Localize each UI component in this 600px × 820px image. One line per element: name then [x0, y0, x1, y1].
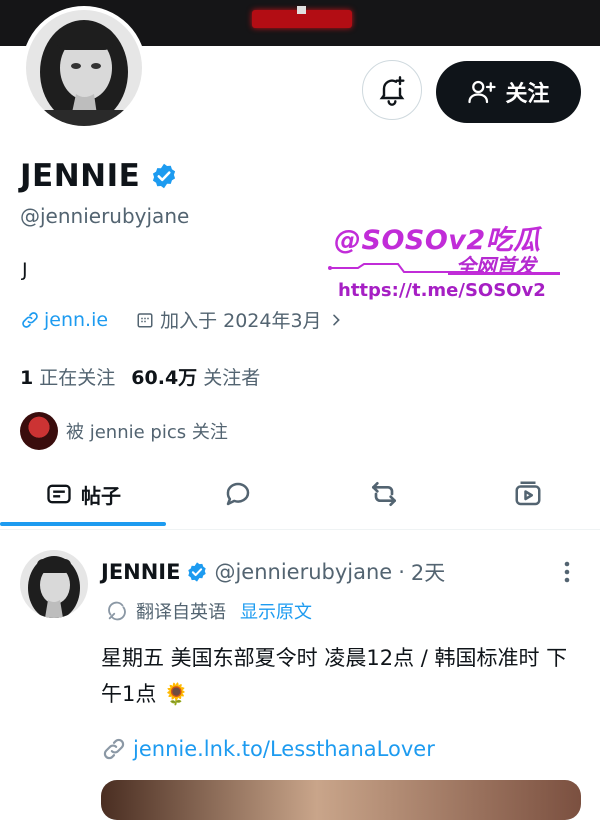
link-icon	[103, 738, 125, 760]
active-tab-indicator	[0, 522, 166, 526]
bell-plus-icon	[379, 76, 405, 106]
tabs-divider	[0, 529, 600, 530]
profile-name-row: JENNIE	[20, 158, 178, 194]
link-icon	[22, 311, 38, 328]
show-original-link[interactable]: 显示原文	[240, 598, 312, 624]
post-link-text: jennie.lnk.to/LessthanaLover	[133, 737, 435, 761]
profile-stats: 1 正在关注 60.4万 关注者	[20, 363, 260, 390]
watermark-url: https://t.me/SOSOv2	[338, 280, 546, 301]
calendar-icon	[137, 312, 153, 327]
profile-joined-text: 加入于 2024年3月	[160, 310, 322, 332]
post-text: 星期五 美国东部夏令时 凌晨12点 / 韩国标准时 下午1点 🌻	[101, 646, 568, 706]
profile-avatar[interactable]	[22, 6, 146, 130]
profile-website-text: jenn.ie	[44, 308, 109, 331]
profile-name: JENNIE	[20, 158, 141, 194]
banner-artwork	[252, 6, 352, 28]
following-count: 1	[20, 367, 34, 389]
posts-icon	[47, 484, 71, 504]
follow-button-label: 关注	[505, 82, 550, 107]
watermark-underline	[448, 272, 560, 275]
verified-badge-icon	[153, 163, 176, 189]
media-icon	[515, 481, 541, 506]
translate-icon	[108, 601, 126, 621]
more-options-icon[interactable]	[560, 560, 574, 586]
followed-by-text: 被 jennie pics 关注	[66, 422, 228, 443]
verified-badge-icon	[188, 562, 207, 582]
watermark-overlay: @SOSOv2吃瓜 全网首发 https://t.me/SOSOv2	[328, 218, 578, 308]
profile-tabs: 帖子	[0, 462, 600, 530]
followed-by-row[interactable]: 被 jennie pics 关注	[20, 412, 228, 450]
post-author-avatar[interactable]	[20, 550, 88, 618]
post-media-image[interactable]	[101, 780, 581, 820]
chevron-right-icon	[332, 314, 340, 325]
notification-bell-button[interactable]	[362, 60, 422, 120]
post-link[interactable]: jennie.lnk.to/LessthanaLover	[101, 736, 435, 762]
tab-posts[interactable]: 帖子	[0, 462, 166, 526]
post-time[interactable]: 2天	[411, 557, 445, 587]
post-header: JENNIE @jennierubyjane · 2天	[101, 557, 445, 587]
profile-handle: @jennierubyjane	[20, 204, 190, 228]
translated-from-label: 翻译自英语	[136, 602, 226, 623]
followers-label: 关注者	[203, 367, 261, 389]
post-author-name[interactable]: JENNIE	[101, 560, 180, 584]
tab-replies[interactable]	[190, 462, 286, 526]
follow-button[interactable]: 关注	[436, 61, 581, 123]
profile-website-link[interactable]: jenn.ie	[20, 309, 108, 331]
replies-icon	[226, 482, 250, 506]
following-stat[interactable]: 1 正在关注	[20, 363, 115, 390]
following-label: 正在关注	[39, 367, 116, 389]
tab-media[interactable]	[480, 462, 576, 526]
add-user-icon	[468, 80, 497, 104]
tab-posts-label: 帖子	[81, 483, 121, 508]
profile-joined[interactable]: 加入于 2024年3月	[136, 306, 343, 333]
translation-row: 翻译自英语 显示原文	[106, 598, 312, 624]
post-separator: ·	[398, 560, 405, 584]
tab-reposts[interactable]	[336, 462, 432, 526]
followers-stat[interactable]: 60.4万 关注者	[131, 363, 260, 390]
followers-count: 60.4万	[131, 367, 198, 389]
profile-bio: J	[22, 259, 28, 281]
retweet-icon	[372, 482, 396, 506]
post-author-handle[interactable]: @jennierubyjane	[214, 560, 392, 584]
profile-meta: jenn.ie 加入于 2024年3月	[20, 306, 344, 333]
follower-avatar	[20, 412, 58, 450]
